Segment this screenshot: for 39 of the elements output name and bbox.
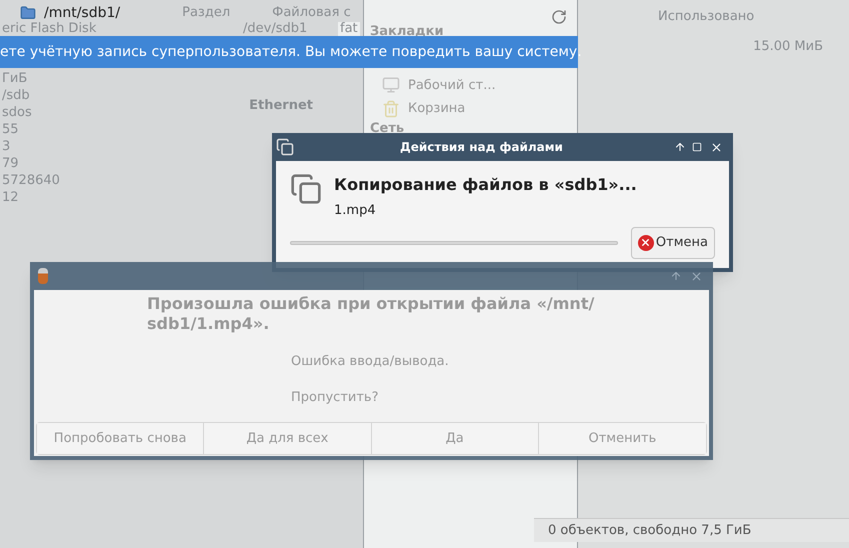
- question-label: Пропустить?: [291, 388, 380, 406]
- section-title: Сеть: [370, 120, 406, 136]
- column-header: Использовано: [657, 8, 756, 26]
- arrow-up-icon[interactable]: [674, 141, 686, 153]
- trash-icon: [382, 100, 400, 118]
- sidebar-item[interactable]: Рабочий ст...: [408, 76, 496, 95]
- sidebar-item[interactable]: Корзина: [408, 99, 466, 118]
- property-value: sdos: [2, 104, 33, 121]
- property-value: 79: [2, 155, 20, 172]
- cancel-button[interactable]: Отмена: [630, 226, 715, 258]
- file-name: 1.mp4: [334, 202, 377, 220]
- device-label: /dev/sdb1: [243, 22, 308, 36]
- filesystem-label: fat: [338, 22, 360, 36]
- used-value: 15.00 МиБ: [753, 38, 824, 56]
- property-value: eric Flash Disk: [1, 22, 98, 36]
- column-header: Раздел: [182, 4, 230, 22]
- close-icon[interactable]: [710, 140, 723, 154]
- dialog-button[interactable]: Попробовать снова: [37, 423, 204, 454]
- status-bar: 0 объектов, свободно 7,5 ГиБ: [534, 518, 849, 542]
- column-header: Файловая с: [272, 4, 351, 22]
- dialog-heading: Копирование файлов в «sdb1»...: [334, 174, 637, 196]
- error-message: Ошибка ввода/вывода.: [291, 353, 450, 371]
- maximize-icon[interactable]: [692, 142, 702, 152]
- property-value: 3: [2, 138, 12, 155]
- property-value: 12: [2, 189, 20, 206]
- property-value: 5728640: [2, 172, 60, 189]
- copy-icon: [290, 173, 322, 205]
- error-icon: [638, 234, 654, 250]
- path-label: /mnt/sdb1/: [44, 4, 120, 22]
- window-title: Действия над файлами: [400, 139, 563, 156]
- property-value: ГиБ: [2, 70, 28, 87]
- copy-icon: [276, 138, 294, 156]
- network-label: Ethernet: [249, 97, 313, 115]
- refresh-icon[interactable]: [551, 9, 567, 25]
- property-value: /sdb: [2, 87, 31, 104]
- property-value: 55: [2, 121, 20, 138]
- desktop-icon: [382, 76, 400, 94]
- folder-icon: [20, 5, 36, 21]
- error-heading: Произошла ошибка при открытии файла «/mnt/ sdb1/1.mp4».: [147, 294, 596, 334]
